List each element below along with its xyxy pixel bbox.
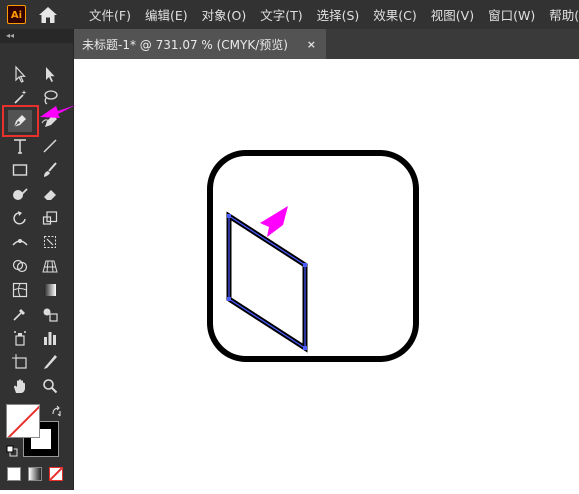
menu-edit[interactable]: 编辑(E) bbox=[145, 5, 188, 24]
menu-type[interactable]: 文字(T) bbox=[260, 5, 302, 24]
home-icon[interactable] bbox=[38, 6, 58, 24]
eraser-tool-icon[interactable] bbox=[38, 183, 62, 205]
free-transform-tool-icon[interactable] bbox=[38, 231, 62, 253]
type-tool-icon[interactable] bbox=[8, 135, 32, 157]
direct-selection-tool-icon[interactable] bbox=[38, 63, 62, 85]
app-logo: Ai bbox=[7, 5, 26, 24]
blend-tool-icon[interactable] bbox=[38, 303, 62, 325]
document-tab[interactable]: 未标题-1* @ 731.07 % (CMYK/预览) × bbox=[74, 29, 326, 59]
document-tab-title: 未标题-1* @ 731.07 % (CMYK/预览) bbox=[82, 37, 288, 52]
menu-bar: Ai 文件(F) 编辑(E) 对象(O) 文字(T) 选择(S) 效果(C) 视… bbox=[0, 0, 579, 29]
gradient-mode-button[interactable] bbox=[28, 467, 42, 481]
zoom-tool-icon[interactable] bbox=[38, 375, 62, 397]
paintbrush-tool-icon[interactable] bbox=[38, 159, 62, 181]
rectangle-tool-icon[interactable] bbox=[8, 159, 32, 181]
menu-effect[interactable]: 效果(C) bbox=[373, 5, 416, 24]
width-tool-icon[interactable] bbox=[8, 231, 32, 253]
selection-tool-icon[interactable] bbox=[8, 63, 32, 85]
color-mode-button[interactable] bbox=[7, 467, 21, 481]
line-segment-tool-icon[interactable] bbox=[38, 135, 62, 157]
perspective-grid-tool-icon[interactable] bbox=[38, 255, 62, 277]
none-slash-icon bbox=[49, 467, 63, 481]
swap-fill-stroke-icon[interactable] bbox=[51, 405, 63, 417]
symbol-sprayer-tool-icon[interactable] bbox=[8, 327, 32, 349]
collapse-panel-button[interactable]: ◂◂ bbox=[0, 29, 73, 43]
slice-tool-icon[interactable] bbox=[38, 351, 62, 373]
selected-path-parallelogram bbox=[226, 211, 308, 353]
gradient-tool-icon[interactable] bbox=[38, 279, 62, 301]
shaper-tool-icon[interactable] bbox=[8, 183, 32, 205]
none-fill-slash-icon bbox=[7, 405, 39, 437]
fill-color-swatch[interactable] bbox=[6, 404, 40, 438]
menu-object[interactable]: 对象(O) bbox=[202, 5, 247, 24]
shape-builder-tool-icon[interactable] bbox=[8, 255, 32, 277]
none-mode-button[interactable] bbox=[49, 467, 63, 481]
canvas-artwork bbox=[207, 150, 419, 362]
close-icon[interactable]: × bbox=[307, 38, 316, 51]
document-tab-bar: 未标题-1* @ 731.07 % (CMYK/预览) × bbox=[74, 29, 579, 59]
artboard-canvas[interactable] bbox=[74, 59, 579, 490]
default-fill-stroke-icon[interactable] bbox=[6, 445, 18, 457]
rotate-tool-icon[interactable] bbox=[8, 207, 32, 229]
main-menu: 文件(F) 编辑(E) 对象(O) 文字(T) 选择(S) 效果(C) 视图(V… bbox=[89, 0, 579, 29]
menu-view[interactable]: 视图(V) bbox=[431, 5, 474, 24]
menu-select[interactable]: 选择(S) bbox=[317, 5, 360, 24]
artboard-tool-icon[interactable] bbox=[8, 351, 32, 373]
column-graph-tool-icon[interactable] bbox=[38, 327, 62, 349]
menu-help[interactable]: 帮助(H) bbox=[549, 5, 579, 24]
annotation-arrow-canvas bbox=[260, 206, 288, 237]
hand-tool-icon[interactable] bbox=[8, 375, 32, 397]
menu-file[interactable]: 文件(F) bbox=[89, 5, 131, 24]
menu-window[interactable]: 窗口(W) bbox=[488, 5, 535, 24]
pen-tool-highlight-box bbox=[2, 105, 39, 137]
rounded-square-shape bbox=[207, 150, 419, 362]
scale-tool-icon[interactable] bbox=[38, 207, 62, 229]
mesh-tool-icon[interactable] bbox=[8, 279, 32, 301]
annotation-arrow-pen-tool bbox=[40, 105, 76, 118]
eyedropper-tool-icon[interactable] bbox=[8, 303, 32, 325]
